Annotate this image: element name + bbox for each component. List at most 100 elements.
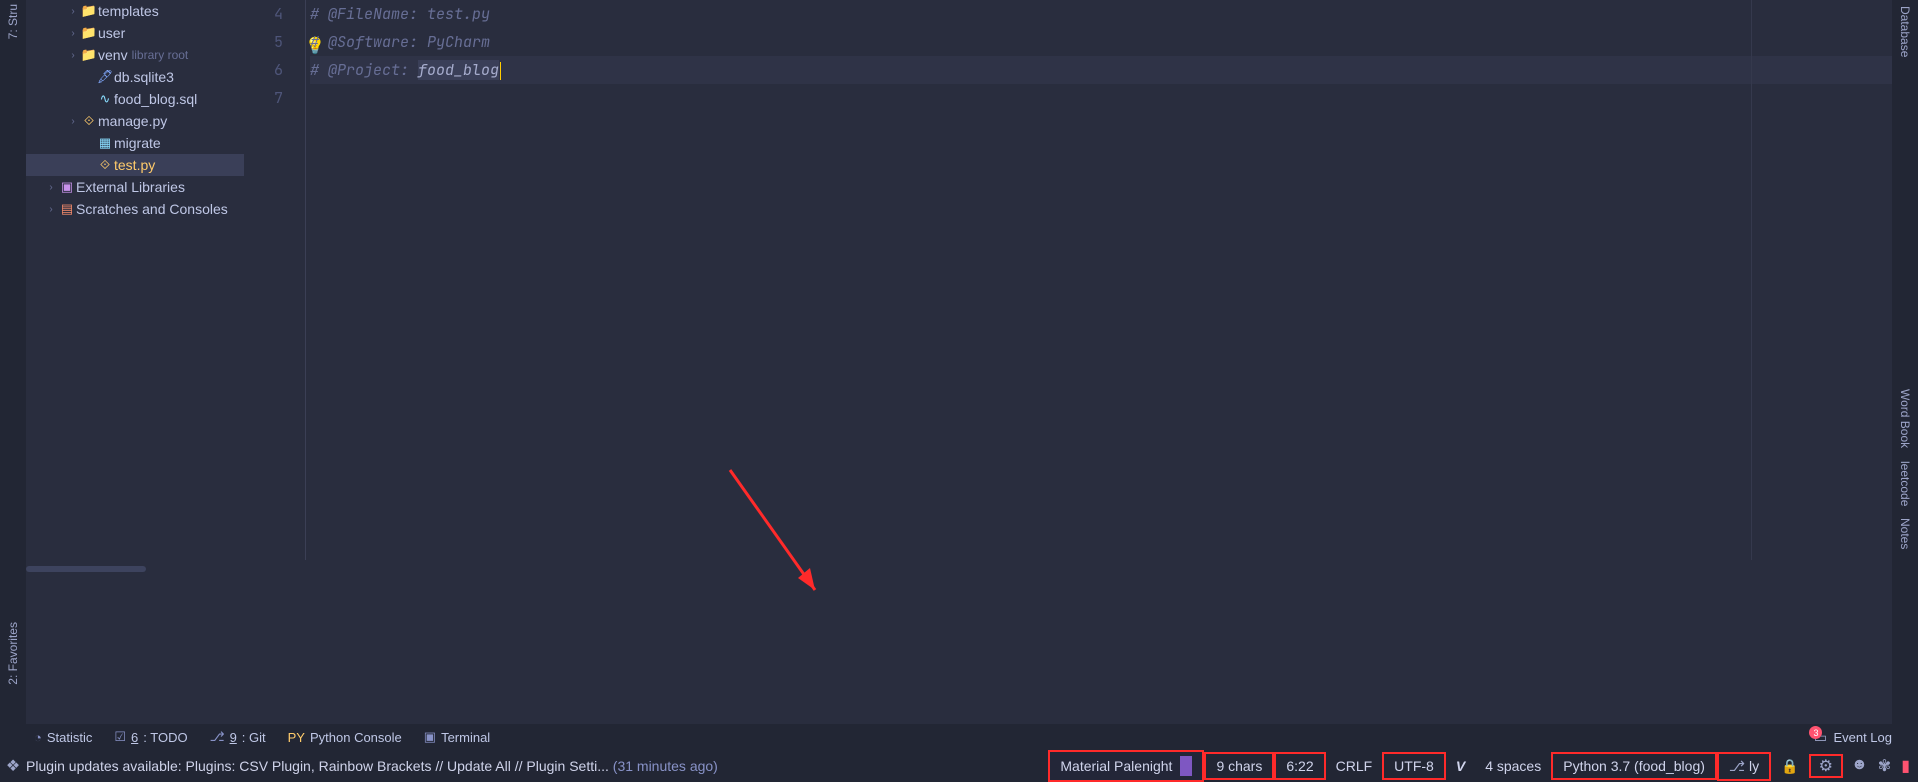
event-log-tab[interactable]: ▭ 3 Event Log <box>1812 729 1892 745</box>
database-file-icon: 🖋 <box>96 69 114 85</box>
wordbook-tool-button[interactable]: Word Book <box>1892 383 1918 454</box>
tab-label: Event Log <box>1833 730 1892 745</box>
code-line-current: # @Project: food_blog <box>310 56 1892 84</box>
tree-item-db[interactable]: 🖋 db.sqlite3 <box>26 66 244 88</box>
status-message-text: Plugin updates available: Plugins: CSV P… <box>26 758 613 774</box>
chevron-right-icon[interactable]: › <box>66 28 80 39</box>
git-branch-icon: ⎇ <box>210 729 225 745</box>
code-line <box>310 84 1892 112</box>
statistic-icon: ◔ <box>34 730 42 745</box>
tree-item-migrate[interactable]: ▦ migrate <box>26 132 244 154</box>
status-tail-icons-2: ☻ ✾ ▮ <box>1843 756 1918 776</box>
tree-item-scratches[interactable]: › ▤ Scratches and Consoles <box>26 198 244 220</box>
tab-label: Statistic <box>47 730 93 745</box>
line-separator[interactable]: CRLF <box>1326 754 1383 778</box>
database-tool-button[interactable]: Database <box>1892 0 1918 63</box>
tab-hotkey: 9 <box>230 730 237 745</box>
right-margin-guide <box>1751 0 1752 560</box>
tree-label: test.py <box>114 157 155 173</box>
indent-indicator[interactable]: 4 spaces <box>1475 754 1551 778</box>
settings-icon[interactable]: ⚙ <box>1819 756 1833 776</box>
git-branch-icon: ⎇ <box>1729 758 1745 775</box>
python-icon: PY <box>288 730 305 745</box>
status-bar: ❖ Plugin updates available: Plugins: CSV… <box>0 750 1918 782</box>
tree-label: templates <box>98 3 159 19</box>
caret <box>500 62 501 80</box>
theme-indicator[interactable]: Material Palenight <box>1048 750 1204 782</box>
assistant-icon[interactable]: ☻ <box>1851 756 1868 776</box>
chevron-right-icon[interactable]: › <box>66 50 80 61</box>
status-message-time: (31 minutes ago) <box>613 758 718 774</box>
favorites-tool-button[interactable]: 2: Favorites <box>0 618 26 689</box>
right-tool-strip: Database Word Book leetcode Notes <box>1892 0 1918 782</box>
tree-item-external-libs[interactable]: › ▣ External Libraries <box>26 176 244 198</box>
tree-item-manage[interactable]: › ⟐ manage.py <box>26 110 244 132</box>
python-file-icon: ⟐ <box>96 157 114 173</box>
code-line: # @FileName: test.py <box>310 0 1892 28</box>
editor-gutter: 4 5 💡 6 ⊟ 7 <box>244 0 306 560</box>
tree-item-templates[interactable]: › 📁 templates <box>26 0 244 22</box>
migrate-icon: ▦ <box>96 135 114 151</box>
python-console-tab[interactable]: PY Python Console <box>288 730 402 745</box>
vim-indicator[interactable]: V <box>1446 754 1475 778</box>
folder-icon: 📁 <box>80 47 98 63</box>
caret-position[interactable]: 6:22 <box>1274 752 1325 780</box>
git-branch-indicator[interactable]: ⎇ ly <box>1717 752 1771 781</box>
tree-label: food_blog.sql <box>114 91 197 107</box>
tree-scrollbar[interactable] <box>26 566 146 572</box>
editor-code-area[interactable]: # @FileName: test.py # @Software: PyChar… <box>310 0 1892 112</box>
leetcode-tool-button[interactable]: leetcode <box>1892 455 1918 512</box>
theme-label: Material Palenight <box>1060 758 1172 774</box>
status-tail-icons: ⚙ <box>1809 754 1843 778</box>
folder-icon: 📁 <box>80 3 98 19</box>
notes-tool-button[interactable]: Notes <box>1892 512 1918 555</box>
chevron-right-icon[interactable]: › <box>44 182 58 193</box>
todo-icon: ☑ <box>114 729 126 745</box>
chevron-right-icon[interactable]: › <box>66 116 80 127</box>
tree-label: manage.py <box>98 113 167 129</box>
folder-icon: 📁 <box>80 25 98 41</box>
line-number: 6 ⊟ <box>244 56 305 84</box>
git-tab[interactable]: ⎇ 9 : Git <box>210 729 266 745</box>
tree-label: venv <box>98 47 128 63</box>
status-layers-icon[interactable]: ❖ <box>0 756 26 776</box>
todo-tab[interactable]: ☑ 6 : TODO <box>114 729 187 745</box>
tree-label: user <box>98 25 125 41</box>
sql-file-icon: ∿ <box>96 91 114 107</box>
tree-item-sql[interactable]: ∿ food_blog.sql <box>26 88 244 110</box>
theme-accent-swatch <box>1180 756 1192 776</box>
line-number: 4 <box>244 0 305 28</box>
readonly-indicator[interactable]: 🔒 <box>1771 754 1808 779</box>
selection-chars[interactable]: 9 chars <box>1204 752 1274 780</box>
python-file-icon: ⟐ <box>80 113 98 129</box>
statistic-tab[interactable]: ◔ Statistic <box>34 730 92 745</box>
paw-icon[interactable]: ✾ <box>1878 756 1891 776</box>
project-tree[interactable]: › 📁 templates › 📁 user › 📁 venv library … <box>26 0 244 560</box>
chevron-right-icon[interactable]: › <box>66 6 80 17</box>
interpreter-indicator[interactable]: Python 3.7 (food_blog) <box>1551 752 1717 780</box>
tree-item-user[interactable]: › 📁 user <box>26 22 244 44</box>
chevron-right-icon[interactable]: › <box>44 204 58 215</box>
code-line: # @Software: PyCharm <box>310 28 1892 56</box>
file-encoding[interactable]: UTF-8 <box>1382 752 1446 780</box>
tab-label: : Git <box>242 730 266 745</box>
tab-hotkey: 6 <box>131 730 138 745</box>
tree-item-test-py[interactable]: ⟐ test.py <box>26 154 244 176</box>
left-tool-strip: 7: Stru 2: Favorites ★ <box>0 0 26 782</box>
tab-label: : TODO <box>143 730 187 745</box>
notification-icon[interactable]: ▮ <box>1901 756 1910 776</box>
line-number: 5 💡 <box>244 28 305 56</box>
status-message[interactable]: Plugin updates available: Plugins: CSV P… <box>26 758 724 774</box>
structure-tool-button[interactable]: 7: Stru <box>0 0 26 43</box>
terminal-tab[interactable]: ▣ Terminal <box>424 729 490 745</box>
code-editor[interactable]: 4 5 💡 6 ⊟ 7 # @FileName: test.py # @Soft… <box>244 0 1892 560</box>
tree-label: External Libraries <box>76 179 185 195</box>
tree-hint: library root <box>132 48 189 62</box>
tree-label: db.sqlite3 <box>114 69 174 85</box>
tree-item-venv[interactable]: › 📁 venv library root <box>26 44 244 66</box>
terminal-icon: ▣ <box>424 729 436 745</box>
scratches-icon: ▤ <box>58 201 76 217</box>
tree-label: Scratches and Consoles <box>76 201 228 217</box>
branch-name: ly <box>1749 758 1759 774</box>
event-log-icon: ▭ 3 <box>1812 729 1828 745</box>
